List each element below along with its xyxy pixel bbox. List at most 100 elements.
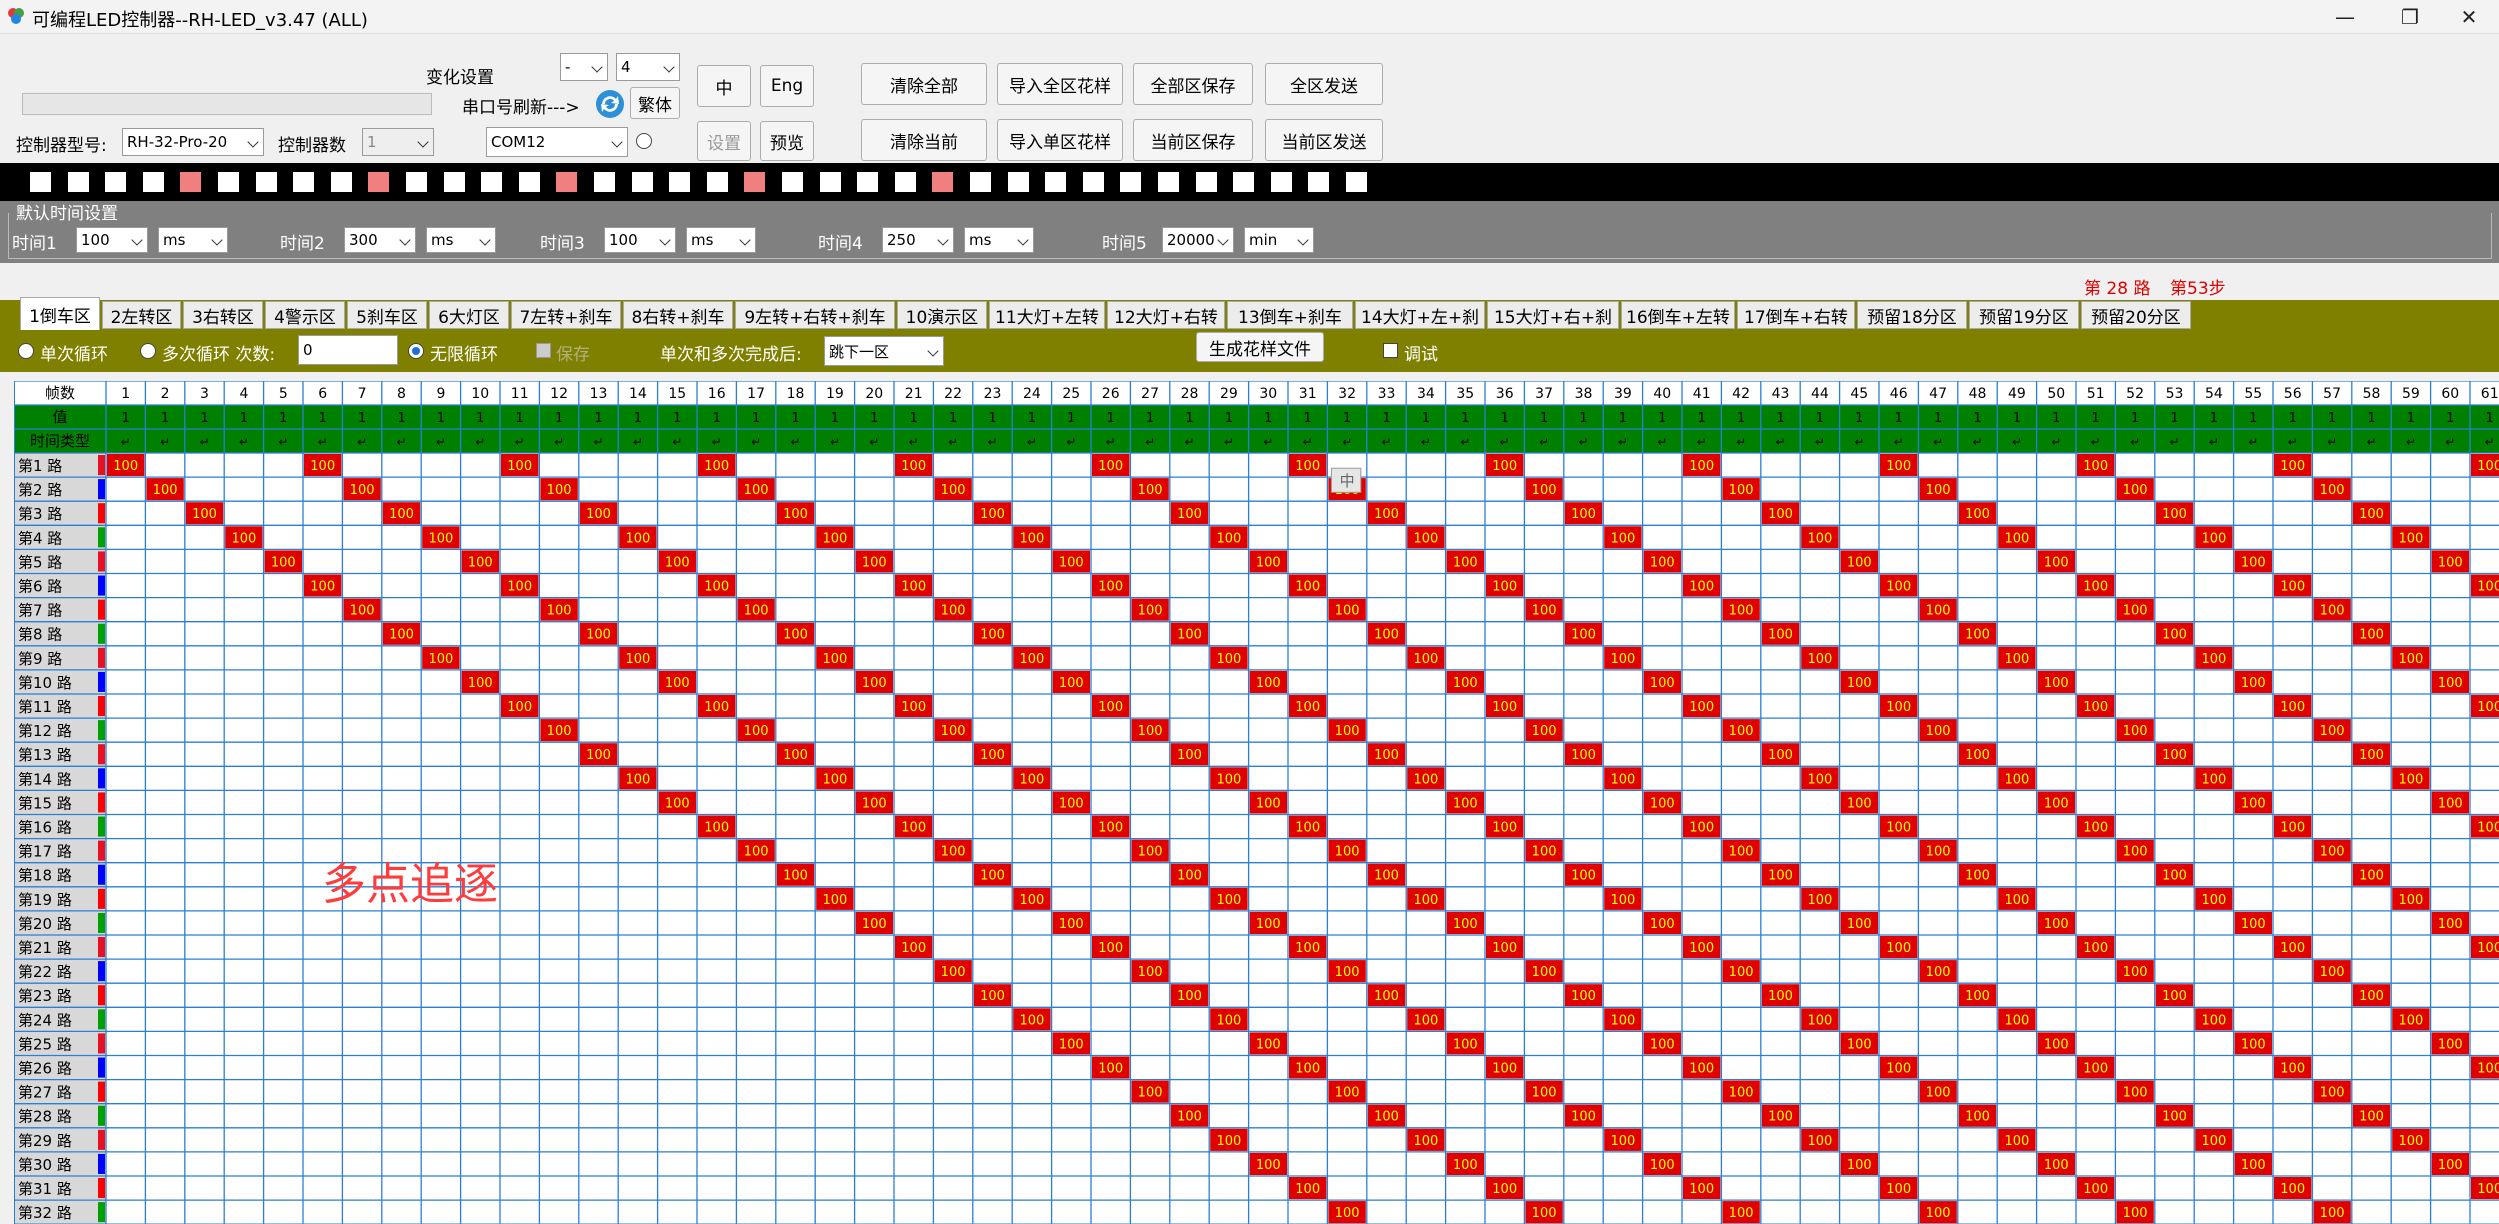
controller-model-select[interactable]: RH-32-Pro-20 bbox=[122, 128, 264, 156]
time-unit-select-2[interactable]: ms bbox=[426, 227, 496, 253]
frame-value: 1 bbox=[1973, 411, 1981, 426]
import-all-patterns-button[interactable]: 导入全区花样 bbox=[997, 63, 1123, 105]
pattern-cell-value: 100 bbox=[1532, 483, 1557, 498]
tab-zone-6[interactable]: 6大灯区 bbox=[429, 301, 509, 329]
tab-zone-2[interactable]: 2左转区 bbox=[102, 301, 181, 329]
pattern-cell-value: 100 bbox=[941, 604, 966, 619]
preview-button[interactable]: 预览 bbox=[760, 121, 814, 161]
frame-value: 1 bbox=[437, 411, 445, 426]
tab-zone-5[interactable]: 5刹车区 bbox=[347, 301, 427, 329]
tab-zone-14[interactable]: 14大灯+左+刹 bbox=[1355, 301, 1485, 329]
tab-zone-8[interactable]: 8右转+刹车 bbox=[623, 301, 733, 329]
tab-zone-16[interactable]: 16倒车+左转 bbox=[1621, 301, 1735, 329]
tab-zone-11[interactable]: 11大灯+左转 bbox=[989, 301, 1105, 329]
tab-zone-15[interactable]: 15大灯+右+刹 bbox=[1487, 301, 1619, 329]
frame-number: 49 bbox=[2008, 386, 2026, 402]
english-button[interactable]: Eng bbox=[760, 65, 814, 107]
controller-count-select[interactable]: 1 bbox=[362, 128, 434, 156]
pattern-cell-value: 100 bbox=[507, 700, 532, 715]
frame-number: 29 bbox=[1220, 386, 1238, 402]
change-select-a[interactable]: - bbox=[560, 53, 608, 81]
disabled-checkbox[interactable] bbox=[536, 343, 551, 358]
pattern-cell-value: 100 bbox=[1335, 845, 1360, 860]
single-loop-radio[interactable] bbox=[18, 343, 34, 359]
pattern-cell-value: 100 bbox=[1768, 989, 1793, 1004]
tab-zone-10[interactable]: 10演示区 bbox=[897, 301, 987, 329]
pattern-cell-value: 100 bbox=[1374, 748, 1399, 763]
pattern-cell-value: 100 bbox=[586, 748, 611, 763]
tab-zone-9[interactable]: 9左转+右转+刹车 bbox=[735, 301, 895, 329]
frame-time-type: ↵ bbox=[1421, 435, 1431, 449]
tab-zone-20[interactable]: 预留20分区 bbox=[2081, 301, 2191, 329]
generate-pattern-file-button[interactable]: 生成花样文件 bbox=[1196, 332, 1324, 362]
tab-zone-17[interactable]: 17倒车+右转 bbox=[1737, 301, 1855, 329]
pattern-cell-value: 100 bbox=[901, 580, 926, 595]
time-value-select-2[interactable]: 300 bbox=[344, 227, 416, 253]
infinite-loop-radio[interactable] bbox=[408, 343, 424, 359]
frame-value: 1 bbox=[1737, 411, 1745, 426]
pattern-cell-value: 100 bbox=[2201, 1134, 2226, 1149]
minimize-button[interactable]: — bbox=[2315, 0, 2375, 34]
loop-count-input[interactable]: 0 bbox=[298, 335, 398, 365]
row-label: 第23 路 bbox=[18, 987, 72, 1005]
pattern-cell-value: 100 bbox=[2083, 700, 2108, 715]
time-value-select-3[interactable]: 100 bbox=[604, 227, 676, 253]
refresh-icon[interactable] bbox=[594, 88, 626, 120]
channel-indicator bbox=[1007, 172, 1029, 192]
time-unit-select-1[interactable]: ms bbox=[158, 227, 228, 253]
tab-zone-4[interactable]: 4警示区 bbox=[265, 301, 345, 329]
tab-zone-7[interactable]: 7左转+刹车 bbox=[511, 301, 621, 329]
tab-zone-12[interactable]: 12大灯+右转 bbox=[1107, 301, 1225, 329]
multi-loop-radio[interactable] bbox=[140, 343, 156, 359]
frame-value: 1 bbox=[752, 411, 760, 426]
tab-zone-18[interactable]: 预留18分区 bbox=[1857, 301, 1967, 329]
pattern-cell-value: 100 bbox=[1689, 1182, 1714, 1197]
pattern-grid-svg[interactable]: 帧数值时间类型11↵21↵31↵41↵51↵61↵71↵81↵91↵101↵11… bbox=[14, 381, 2499, 1224]
tab-zone-3[interactable]: 3右转区 bbox=[183, 301, 263, 329]
time-unit-select-5[interactable]: min bbox=[1244, 227, 1314, 253]
frame-value: 1 bbox=[122, 411, 130, 426]
pattern-cell-value: 100 bbox=[1098, 700, 1123, 715]
clear-current-button[interactable]: 清除当前 bbox=[861, 119, 987, 161]
send-current-zone-button[interactable]: 当前区发送 bbox=[1265, 119, 1383, 161]
after-done-select[interactable]: 跳下一区 bbox=[824, 336, 944, 366]
pattern-cell-value: 100 bbox=[1492, 821, 1517, 836]
time-value-select-5[interactable]: 20000 bbox=[1162, 227, 1234, 253]
frame-value: 1 bbox=[1304, 411, 1312, 426]
send-all-zones-button[interactable]: 全区发送 bbox=[1265, 63, 1383, 105]
tab-zone-13[interactable]: 13倒车+刹车 bbox=[1227, 301, 1353, 329]
time-value-select-1[interactable]: 100 bbox=[76, 227, 148, 253]
pattern-cell-value: 100 bbox=[2280, 459, 2305, 474]
pattern-cell-value: 100 bbox=[1019, 531, 1044, 546]
pattern-cell-value: 100 bbox=[2359, 869, 2384, 884]
tab-zone-19[interactable]: 预留19分区 bbox=[1969, 301, 2079, 329]
settings-button[interactable]: 设置 bbox=[697, 121, 751, 161]
app-logo-icon bbox=[8, 8, 24, 24]
time-unit-select-3[interactable]: ms bbox=[686, 227, 756, 253]
save-current-zone-button[interactable]: 当前区保存 bbox=[1133, 119, 1253, 161]
clear-all-button[interactable]: 清除全部 bbox=[861, 63, 987, 105]
time-value-select-4[interactable]: 250 bbox=[882, 227, 954, 253]
close-button[interactable]: ✕ bbox=[2439, 0, 2499, 34]
traditional-chinese-button[interactable]: 繁体 bbox=[630, 87, 680, 119]
connection-radio[interactable] bbox=[636, 133, 652, 149]
frame-number: 1 bbox=[121, 386, 130, 402]
value-header: 值 bbox=[52, 408, 67, 426]
debug-checkbox[interactable] bbox=[1383, 343, 1398, 358]
time-unit-select-4[interactable]: ms bbox=[964, 227, 1034, 253]
pattern-cell-value: 100 bbox=[1492, 700, 1517, 715]
import-single-pattern-button[interactable]: 导入单区花样 bbox=[997, 119, 1123, 161]
pattern-cell-value: 100 bbox=[2004, 1134, 2029, 1149]
tab-zone-1[interactable]: 1倒车区 bbox=[20, 297, 100, 330]
chinese-button[interactable]: 中 bbox=[697, 65, 751, 107]
pattern-grid[interactable]: 帧数值时间类型 1 1 ↵ 2 1 ↵ 3 1 ↵ 4 1 ↵ 5 1 ↵ 6 1 ↵ 7 1 ↵ 8 1 ↵ 9 1 ↵ 10 1 ↵ 11… bbox=[14, 381, 2499, 1224]
save-all-zones-button[interactable]: 全部区保存 bbox=[1133, 63, 1253, 105]
com-port-select[interactable]: COM12 bbox=[486, 127, 628, 157]
frame-time-type: ↵ bbox=[475, 435, 485, 449]
channel-indicator bbox=[443, 172, 465, 192]
frame-time-type: ↵ bbox=[2288, 435, 2298, 449]
maximize-button[interactable]: ❐ bbox=[2380, 0, 2440, 34]
pattern-cell-value: 100 bbox=[2477, 580, 2499, 595]
change-select-b[interactable]: 4 bbox=[616, 53, 680, 81]
pattern-cell-value: 100 bbox=[1256, 796, 1281, 811]
